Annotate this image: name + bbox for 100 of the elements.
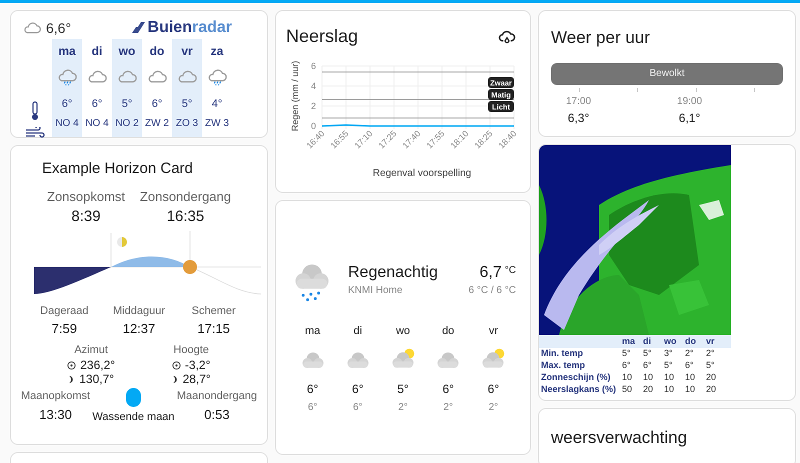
hour-time: 19:00 [677,94,702,108]
noon-time: 12:37 [122,320,156,338]
table-cell-text: 20 [706,383,718,396]
weather-source: KNMI Home [348,284,404,298]
column-header: di [643,334,652,348]
card-title: Neerslag [286,25,358,48]
table-cell-text: 2° [685,347,695,360]
column-header: wo [664,334,678,348]
day-label: wo [118,43,136,60]
column-header: do [685,334,697,348]
cloud-icon [22,20,42,36]
rain-cloud-icon [498,28,516,44]
dusk-time: 17:15 [197,320,230,338]
row-label: Min. temp [540,347,584,360]
table-cell-text: 10 [685,371,696,384]
table-cell-text: 5° [664,359,674,372]
tick-label: 0 [310,121,316,131]
sunset-label: Zonsondergang [140,188,231,206]
moon-angle: 28,7° [182,372,211,386]
weather-condition: Regenachtig [348,263,439,283]
hour-time: 17:00 [566,94,592,108]
forecast-high: 6° [352,380,364,398]
dawn-label: Dageraad [40,304,88,318]
row-label: Zonneschijn (%) [540,371,612,384]
sun-angle: 236,2° [80,358,116,372]
row-label: Neerslagkans (%) [540,383,618,396]
sun-angle: -3,2° [184,358,210,372]
moonset-time: 0:53 [204,406,230,424]
day-temperature: 5° [182,97,192,112]
day-label: ma [58,43,76,60]
forecast-high: 5° [397,380,409,398]
table-cell-text: 6° [622,359,632,372]
moon-angle: 130,7° [79,372,114,386]
table-cell-text: 10 [622,371,634,384]
condition-bar: Bewolkt [551,62,783,84]
noon-label: Middaguur [113,304,165,318]
table-cell-text: 10 [643,371,654,384]
card-title: weersverwachting [551,428,688,447]
table-cell-text: 5° [643,347,653,360]
temperature-unit: °C [504,264,516,278]
temperature: 6,7 [480,263,502,283]
moon-phase: Wassende maan [92,410,175,425]
table-cell-text: 6° [643,359,653,372]
moonrise-time: 13:30 [39,406,72,424]
temperature-range: 6 °C / 6 °C [468,284,516,298]
day-temperature: 6° [152,97,162,112]
column-header: vr [706,334,716,348]
sunrise-label: Zonsopkomst [47,188,126,206]
table-cell-text: 20 [643,383,654,396]
logo: Buienradar [148,18,232,38]
logo-icon [132,21,146,35]
current-temperature: 6,6° [46,18,72,38]
forecast-day: di [354,323,362,340]
angle-label: Azimut [74,342,108,358]
moonset-label: Maanondergang [176,389,257,404]
forecast-low: 2° [488,400,498,415]
hour-temperature: 6,1° [678,110,700,126]
forecast-day: wo [396,323,410,340]
day-temperature: 4° [212,97,222,112]
hour-temperature: 6,3° [568,110,590,126]
forecast-day: do [442,323,454,340]
moon-icon [68,374,76,384]
forecast-high: 6° [442,380,454,398]
sunrise-time: 8:39 [71,207,101,227]
thermometer-icon [30,101,40,121]
forecast-high: 6° [306,380,318,398]
wind-direction: ZW 2 [145,117,169,131]
day-temperature: 5° [122,97,132,112]
wind-icon [25,127,45,139]
dusk-label: Schemer [192,304,236,318]
axis-title: Regenval voorspelling [372,167,472,181]
angle-label: Hoogte [173,342,209,358]
day-temperature: 6° [92,97,102,112]
day-temperature: 6° [62,97,72,112]
wind-direction: NO 2 [115,117,139,131]
forecast-day: ma [304,323,320,340]
sun-icon [67,360,76,370]
day-label: di [92,43,102,60]
table-cell-text: 3° [664,347,674,360]
tick-label: 6 [310,61,316,71]
moonrise-label: Maanopkomst [21,389,90,404]
forecast-low: 6° [308,400,318,415]
dawn-time: 7:59 [52,320,77,338]
row-label: Max. temp [540,359,586,372]
forecast-high: 6° [488,380,500,398]
moon-icon [172,374,179,384]
table-cell-text: 50 [622,383,634,396]
wind-direction: ZW 3 [205,117,229,131]
table-cell-text: 2° [706,347,716,360]
forecast-low: 6° [353,400,363,415]
wind-direction: NO 4 [85,117,109,131]
forecast-low: 2° [398,400,408,415]
table-cell-text: 20 [706,371,718,384]
tick-label: 4 [310,81,316,91]
wind-direction: ZO 3 [176,117,198,131]
column-header: ma [622,334,636,348]
table-cell-text: 6° [685,359,695,372]
axis-title: Regen (mm / uur) [290,60,300,132]
table-cell-text: 10 [664,371,676,384]
sunset-time: 16:35 [166,207,204,227]
